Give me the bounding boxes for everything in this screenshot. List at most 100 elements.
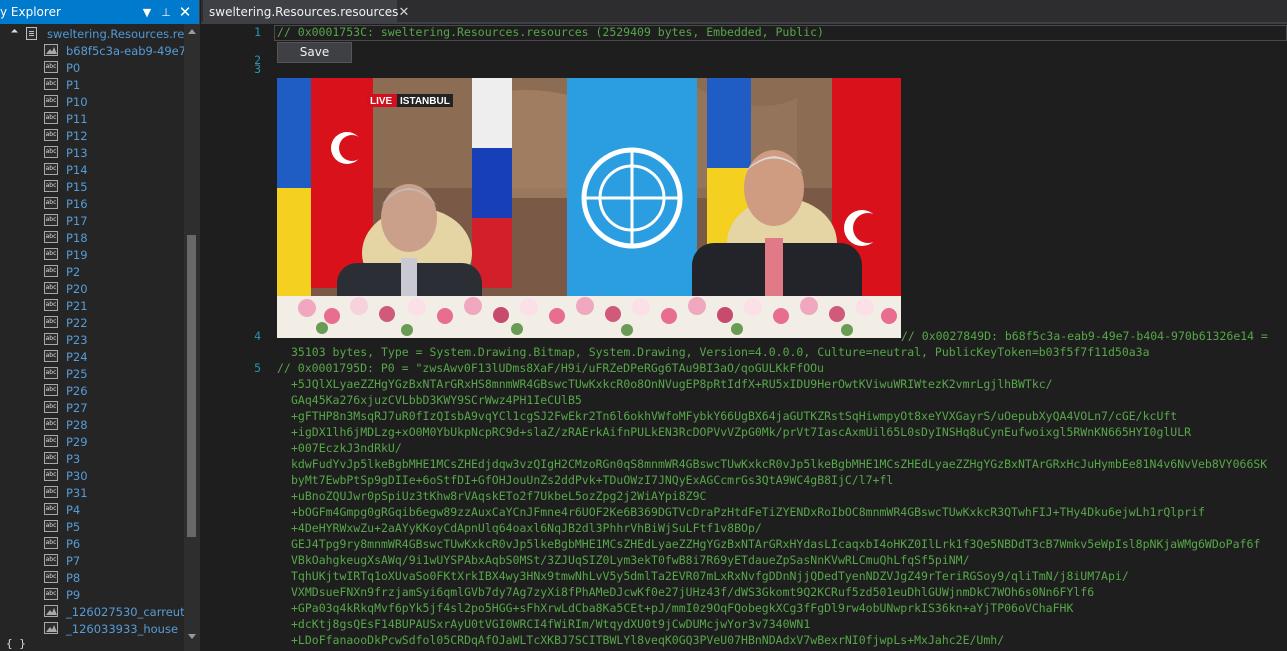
scroll-down-icon[interactable]	[188, 634, 196, 639]
tree-root-item[interactable]: sweltering.Resources.resources	[0, 25, 184, 42]
line-4-comment: // 0x0027849D: b68f5c3a-eab9-49e7-b404-9…	[901, 329, 1268, 343]
tree-item[interactable]: _126027530_carreuters	[0, 603, 184, 620]
abc-icon: abc	[44, 333, 58, 345]
panel-title: y Explorer	[0, 5, 61, 19]
tree-item[interactable]: abc P28	[0, 416, 184, 433]
tree-item[interactable]: abc P1	[0, 76, 184, 93]
file-icon	[26, 27, 37, 40]
tree-item[interactable]: abc P22	[0, 314, 184, 331]
tree-item-label: P25	[66, 366, 88, 381]
abc-icon: abc	[44, 282, 58, 294]
encoded-data-line: GEJ4Tpg9ry8mnmWR4GBswcTUwKxkcR0vJp5lkeBg…	[291, 537, 1261, 551]
tree-item-label: P23	[66, 332, 88, 347]
tree-item[interactable]: abc P7	[0, 552, 184, 569]
tree-item-label: P27	[66, 400, 88, 415]
tree-item[interactable]: abc P6	[0, 535, 184, 552]
abc-icon: abc	[44, 486, 58, 498]
tree-item-label: P9	[66, 587, 81, 602]
encoded-data-line: VXMDsueFNXn9frzjamSyi6qmlGVb7dy7Ag7zyXi8…	[291, 585, 1095, 599]
tree-item[interactable]: abc P21	[0, 297, 184, 314]
line-1-comment: // 0x0001753C: sweltering.Resources.reso…	[277, 25, 824, 39]
tree-item-label: P26	[66, 383, 88, 398]
dropdown-arrow-icon[interactable]: ▼	[139, 4, 155, 20]
tree-item[interactable]: abc P17	[0, 212, 184, 229]
encoded-data-line: byMt7EwbPtSp9gDIIe+6oStfDI+GfOHJouUnZs2d…	[291, 473, 894, 487]
preview-photo: LIVE ISTANBUL	[277, 78, 901, 338]
tree-item-label: P2	[66, 264, 81, 279]
abc-icon: abc	[44, 299, 58, 311]
abc-icon: abc	[44, 146, 58, 158]
abc-icon: abc	[44, 452, 58, 464]
tree-item-label: P21	[66, 298, 88, 313]
abc-icon: abc	[44, 571, 58, 583]
encoded-data-line: +dcKtj8gsQEsF14BUPAUSxrAyU0tVGI0WRCI4fWi…	[291, 617, 811, 631]
tree-item[interactable]: abc P10	[0, 93, 184, 110]
tree-item-label: P10	[66, 94, 88, 109]
abc-icon: abc	[44, 401, 58, 413]
image-icon	[44, 622, 58, 634]
resource-tree: sweltering.Resources.resources b68f5c3a-…	[0, 24, 184, 651]
tree-item[interactable]: abc P27	[0, 399, 184, 416]
tab-close-icon[interactable]: ✕	[398, 5, 409, 20]
tree-item-label: P16	[66, 196, 88, 211]
tree-item[interactable]: abc P11	[0, 110, 184, 127]
tree-item[interactable]: _126033933_house	[0, 620, 184, 637]
tree-item[interactable]: abc P29	[0, 433, 184, 450]
line-5-comment: // 0x0001795D: P0 = "zwsAwv0F13lUDms8XaF…	[277, 361, 824, 375]
scroll-up-icon[interactable]	[188, 29, 196, 34]
namespace-icon: { }	[6, 637, 26, 650]
scrollbar-thumb[interactable]	[187, 235, 196, 537]
tree-item[interactable]: abc P31	[0, 484, 184, 501]
tree-item[interactable]: abc P8	[0, 569, 184, 586]
tree-item[interactable]: abc P5	[0, 518, 184, 535]
tree-item[interactable]: abc P24	[0, 348, 184, 365]
abc-icon: abc	[44, 197, 58, 209]
tree-item-label: P20	[66, 281, 88, 296]
assembly-explorer-header: y Explorer ▼ ⊥ ✕	[0, 0, 199, 24]
abc-icon: abc	[44, 367, 58, 379]
tree-item[interactable]: abc P14	[0, 161, 184, 178]
tree-item[interactable]: abc P3	[0, 450, 184, 467]
tree-item[interactable]: abc P19	[0, 246, 184, 263]
abc-icon: abc	[44, 61, 58, 73]
tree-item[interactable]: abc P0	[0, 59, 184, 76]
document-tab[interactable]: sweltering.Resources.resources ✕	[203, 0, 409, 24]
pin-icon[interactable]: ⊥	[158, 4, 174, 20]
expander-icon[interactable]	[10, 28, 19, 37]
tree-item-label: b68f5c3a-eab9-49e7-b	[66, 43, 184, 58]
close-icon[interactable]: ✕	[177, 3, 193, 21]
code-area[interactable]: 1 // 0x0001753C: sweltering.Resources.re…	[201, 24, 1287, 651]
tree-item[interactable]: abc P15	[0, 178, 184, 195]
abc-icon: abc	[44, 112, 58, 124]
assembly-explorer-panel: y Explorer ▼ ⊥ ✕ sweltering.Resources.re…	[0, 0, 200, 651]
abc-icon: abc	[44, 520, 58, 532]
tree-item[interactable]: abc P13	[0, 144, 184, 161]
tree-item[interactable]: b68f5c3a-eab9-49e7-b	[0, 42, 184, 59]
tree-item[interactable]: abc P25	[0, 365, 184, 382]
tree-item[interactable]: abc P12	[0, 127, 184, 144]
tree-item-label: P22	[66, 315, 88, 330]
abc-icon: abc	[44, 214, 58, 226]
tree-item[interactable]: abc P26	[0, 382, 184, 399]
tree-scrollbar[interactable]	[184, 24, 200, 651]
tree-item[interactable]: abc P20	[0, 280, 184, 297]
code-editor: sweltering.Resources.resources ✕ 1 // 0x…	[201, 0, 1287, 651]
tree-item-label: P30	[66, 468, 88, 483]
save-button[interactable]: Save	[277, 42, 352, 63]
tree-item[interactable]: abc P9	[0, 586, 184, 603]
tree-item-label: P6	[66, 536, 81, 551]
tree-item[interactable]: abc P16	[0, 195, 184, 212]
tree-item[interactable]: abc P23	[0, 331, 184, 348]
abc-icon: abc	[44, 316, 58, 328]
tree-item[interactable]: abc P30	[0, 467, 184, 484]
tree-root-label: sweltering.Resources.resources	[47, 26, 184, 41]
tree-item-label: P18	[66, 230, 88, 245]
tree-item[interactable]: abc P2	[0, 263, 184, 280]
tree-item[interactable]: abc P18	[0, 229, 184, 246]
encoded-data-line: +bOGFm4Gmpg0gRGqib6egw89zzAuxCaYCnJFmne4…	[291, 505, 1205, 519]
tree-item[interactable]: abc P4	[0, 501, 184, 518]
tree-item-label: P4	[66, 502, 81, 517]
tree-item-label: P1	[66, 77, 81, 92]
abc-icon: abc	[44, 265, 58, 277]
tree-item-label: P15	[66, 179, 88, 194]
